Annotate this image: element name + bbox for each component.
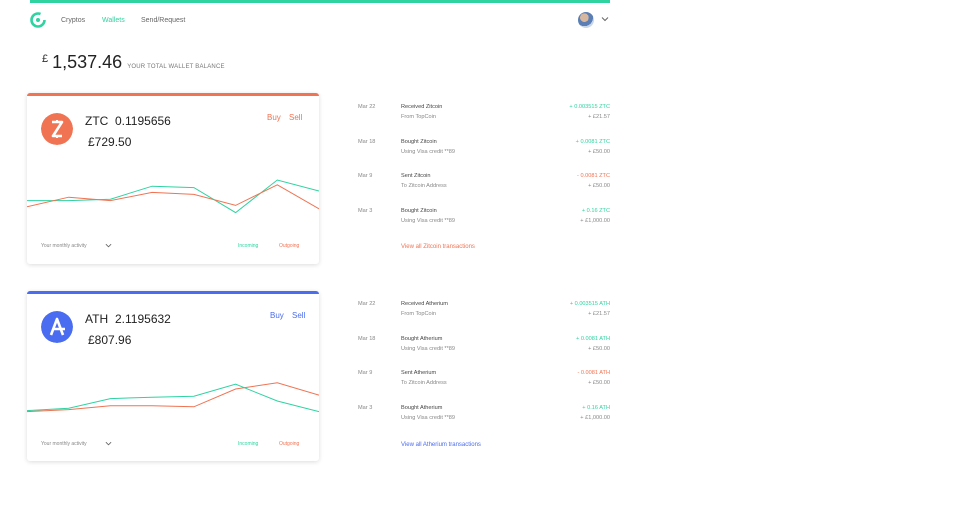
monthly-activity-chart bbox=[27, 382, 319, 413]
tx-subtitle: Using Visa credit **89 bbox=[401, 218, 455, 224]
legend-outgoing: Outgoing bbox=[279, 243, 300, 249]
tx-fiat: + £21.57 bbox=[588, 311, 610, 317]
tx-amount: + 0.16 ZTC bbox=[581, 208, 610, 214]
tx-amount: - 0.0081 ZTC bbox=[577, 173, 610, 179]
transaction-row[interactable]: Mar 9 Sent Atherium To Zitcoin Address -… bbox=[358, 370, 610, 392]
tx-date: Mar 18 bbox=[358, 336, 376, 342]
tx-date: Mar 22 bbox=[358, 301, 376, 307]
wallet-card-ztc: ZTC 0.1195656 £729.50 Buy Sell Your mont… bbox=[27, 93, 319, 264]
transaction-row[interactable]: Mar 22 Received Zitcoin From TopCoin + 0… bbox=[358, 104, 610, 126]
tx-title: Bought Zitcoin bbox=[401, 208, 437, 214]
transaction-row[interactable]: Mar 3 Bought Zitcoin Using Visa credit *… bbox=[358, 208, 610, 230]
view-all-transactions-link[interactable]: View all Zitcoin transactions bbox=[401, 244, 475, 250]
tx-fiat: + £1,000.00 bbox=[580, 218, 610, 224]
tx-title: Sent Zitcoin bbox=[401, 173, 431, 179]
tx-fiat: + £21.57 bbox=[588, 114, 610, 120]
tx-title: Received Zitcoin bbox=[401, 104, 443, 110]
tx-title: Bought Atherium bbox=[401, 336, 443, 342]
transaction-row[interactable]: Mar 9 Sent Zitcoin To Zitcoin Address - … bbox=[358, 173, 610, 195]
coin-fiat-value: £807.96 bbox=[88, 333, 132, 347]
balance-label: YOUR TOTAL WALLET BALANCE bbox=[127, 64, 225, 70]
zitcoin-icon bbox=[41, 113, 73, 145]
tx-fiat: + £50.00 bbox=[588, 183, 610, 189]
tx-subtitle: To Zitcoin Address bbox=[401, 183, 447, 189]
card-accent-bar bbox=[27, 93, 319, 96]
top-nav: Cryptos Wallets Send/Request bbox=[30, 10, 610, 32]
total-balance: £ 1,537.46 YOUR TOTAL WALLET BALANCE bbox=[42, 52, 225, 73]
legend-incoming: Incoming bbox=[238, 441, 259, 447]
transaction-row[interactable]: Mar 22 Received Atherium From TopCoin + … bbox=[358, 301, 610, 323]
atherium-icon bbox=[41, 311, 73, 343]
nav-send-request[interactable]: Send/Request bbox=[141, 17, 185, 24]
tx-date: Mar 9 bbox=[358, 173, 373, 179]
nav-cryptos[interactable]: Cryptos bbox=[61, 17, 85, 24]
tx-fiat: + £50.00 bbox=[588, 346, 610, 352]
tx-amount: + 0.16 ATH bbox=[582, 405, 610, 411]
tx-subtitle: Using Visa credit **89 bbox=[401, 346, 455, 352]
transaction-row[interactable]: Mar 3 Bought Atherium Using Visa credit … bbox=[358, 405, 610, 427]
activity-label: Your monthly activity bbox=[41, 243, 87, 249]
tx-date: Mar 18 bbox=[358, 139, 376, 145]
chevron-down-icon[interactable] bbox=[105, 440, 112, 447]
tx-amount: + 0.0081 ZTC bbox=[575, 139, 610, 145]
chevron-down-icon[interactable] bbox=[601, 15, 609, 23]
tx-amount: + 0.003515 ATH bbox=[569, 301, 610, 307]
tx-title: Bought Zitcoin bbox=[401, 139, 437, 145]
view-all-transactions-link[interactable]: View all Atherium transactions bbox=[401, 442, 481, 448]
tx-date: Mar 22 bbox=[358, 104, 376, 110]
tx-title: Bought Atherium bbox=[401, 405, 443, 411]
tx-fiat: + £1,000.00 bbox=[580, 415, 610, 421]
buy-button[interactable]: Buy bbox=[267, 113, 281, 122]
card-accent-bar bbox=[27, 291, 319, 294]
tx-amount: - 0.0081 ATH bbox=[577, 370, 610, 376]
coin-amount: 2.1195632 bbox=[115, 312, 171, 326]
series-line-outgoing bbox=[27, 184, 319, 210]
legend-outgoing: Outgoing bbox=[279, 441, 300, 447]
tx-subtitle: Using Visa credit **89 bbox=[401, 415, 455, 421]
tx-subtitle: From TopCoin bbox=[401, 114, 437, 120]
sell-button[interactable]: Sell bbox=[289, 113, 302, 122]
tx-title: Received Atherium bbox=[401, 301, 448, 307]
balance-amount: 1,537.46 bbox=[52, 52, 123, 72]
tx-subtitle: Using Visa credit **89 bbox=[401, 149, 455, 155]
coin-code: ZTC bbox=[85, 114, 109, 128]
tx-amount: + 0.003515 ZTC bbox=[569, 104, 610, 110]
series-line-incoming bbox=[27, 383, 319, 413]
tx-fiat: + £50.00 bbox=[588, 149, 610, 155]
tx-fiat: + £50.00 bbox=[588, 380, 610, 386]
tx-title: Sent Atherium bbox=[401, 370, 437, 376]
series-line-incoming bbox=[27, 179, 319, 214]
tx-amount: + 0.0081 ATH bbox=[576, 336, 610, 342]
buy-button[interactable]: Buy bbox=[270, 311, 284, 320]
coin-fiat-value: £729.50 bbox=[88, 135, 132, 149]
transaction-row[interactable]: Mar 18 Bought Atherium Using Visa credit… bbox=[358, 336, 610, 358]
app-logo-icon[interactable] bbox=[30, 12, 46, 28]
top-accent-bar bbox=[30, 0, 610, 3]
legend-incoming: Incoming bbox=[238, 243, 259, 249]
sell-button[interactable]: Sell bbox=[292, 311, 305, 320]
chevron-down-icon[interactable] bbox=[105, 242, 112, 249]
user-avatar[interactable] bbox=[578, 12, 594, 28]
coin-code: ATH bbox=[85, 312, 109, 326]
tx-date: Mar 3 bbox=[358, 405, 373, 411]
monthly-activity-chart bbox=[27, 179, 319, 214]
tx-date: Mar 3 bbox=[358, 208, 373, 214]
tx-date: Mar 9 bbox=[358, 370, 373, 376]
transaction-row[interactable]: Mar 18 Bought Zitcoin Using Visa credit … bbox=[358, 139, 610, 161]
nav-wallets[interactable]: Wallets bbox=[102, 17, 125, 24]
activity-label: Your monthly activity bbox=[41, 441, 87, 447]
balance-currency: £ bbox=[42, 53, 49, 65]
tx-subtitle: To Zitcoin Address bbox=[401, 380, 447, 386]
wallet-card-ath: ATH 2.1195632 £807.96 Buy Sell Your mont… bbox=[27, 291, 319, 461]
coin-amount: 0.1195656 bbox=[115, 114, 171, 128]
tx-subtitle: From TopCoin bbox=[401, 311, 437, 317]
